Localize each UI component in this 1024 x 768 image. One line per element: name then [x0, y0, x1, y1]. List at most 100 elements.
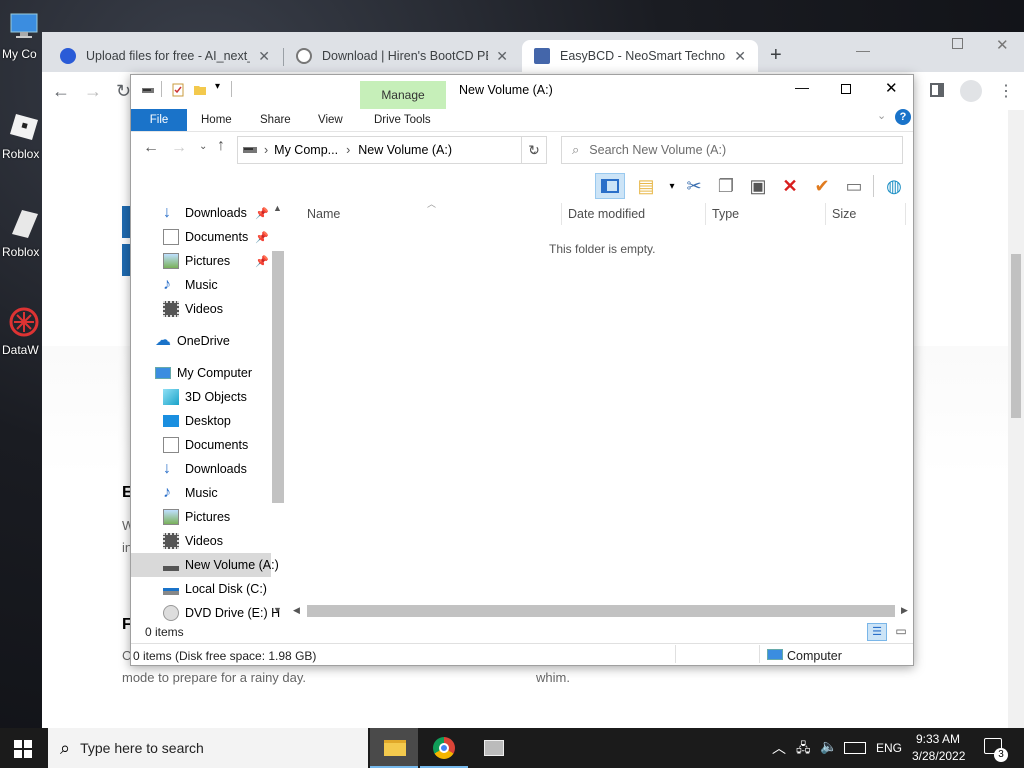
- nav-item-dvd-drive[interactable]: DVD Drive (E:) H: [131, 601, 280, 621]
- nav-item-pictures-quick[interactable]: Pictures 📌: [131, 249, 271, 273]
- nav-item-videos-quick[interactable]: Videos: [131, 297, 271, 321]
- sidebar-panel-icon[interactable]: [930, 83, 944, 97]
- up-icon[interactable]: ↑: [217, 137, 225, 155]
- tab-home[interactable]: Home: [201, 109, 232, 131]
- new-folder-icon[interactable]: [193, 83, 207, 97]
- forward-icon[interactable]: →: [84, 81, 102, 102]
- maximize-icon[interactable]: [841, 84, 851, 94]
- large-icons-view-button[interactable]: ▭: [891, 623, 911, 641]
- network-icon[interactable]: 🖧: [796, 739, 811, 761]
- desktop-icon-my-computer[interactable]: My Co: [0, 10, 44, 61]
- h-scrollbar-thumb[interactable]: [307, 605, 895, 617]
- tab-upload-files[interactable]: Upload files for free - AI_next_tr ✕: [48, 40, 282, 72]
- nav-item-desktop[interactable]: Desktop: [131, 409, 271, 433]
- column-header-type[interactable]: Type: [712, 203, 739, 225]
- nav-item-my-computer[interactable]: My Computer: [131, 361, 271, 385]
- clock-time[interactable]: 9:33 AM: [916, 732, 960, 746]
- minimize-icon[interactable]: —: [856, 42, 870, 58]
- page-scrollbar-thumb[interactable]: [1011, 254, 1021, 418]
- paste-icon[interactable]: ▣: [747, 175, 769, 197]
- column-header-name[interactable]: Name: [307, 203, 340, 225]
- forward-icon[interactable]: →: [171, 139, 187, 157]
- tab-share[interactable]: Share: [260, 109, 291, 131]
- nav-item-downloads-quick[interactable]: ↓ Downloads 📌: [131, 201, 271, 225]
- column-header-size[interactable]: Size: [832, 203, 856, 225]
- reload-icon[interactable]: ↻: [116, 81, 131, 102]
- nav-item-videos[interactable]: Videos: [131, 529, 271, 553]
- nav-item-music[interactable]: ♪ Music: [131, 481, 271, 505]
- refresh-button[interactable]: ↻: [521, 136, 547, 164]
- cut-icon[interactable]: ✂: [683, 175, 705, 197]
- keyboard-icon[interactable]: [844, 742, 866, 754]
- nav-scroll-up-icon[interactable]: ▲: [273, 203, 282, 213]
- desktop-icon-roblox-1[interactable]: Roblox: [0, 110, 44, 161]
- details-view-button[interactable]: ☰: [867, 623, 887, 641]
- window-title: New Volume (A:): [459, 83, 553, 97]
- nav-item-music-quick[interactable]: ♪ Music: [131, 273, 271, 297]
- breadcrumb-new-volume[interactable]: New Volume (A:): [358, 143, 452, 157]
- tab-view[interactable]: View: [318, 109, 343, 131]
- h-scroll-right-icon[interactable]: ▶: [901, 605, 908, 616]
- taskbar-search-box[interactable]: ⌕ Type here to search: [48, 728, 368, 768]
- column-header-date-modified[interactable]: Date modified: [568, 203, 645, 225]
- clock-date[interactable]: 3/28/2022: [912, 749, 965, 763]
- nav-item-onedrive[interactable]: ☁ OneDrive: [131, 329, 271, 353]
- tab-hirens-bootcd[interactable]: Download | Hiren's BootCD PE ✕: [284, 40, 520, 72]
- close-window-icon[interactable]: ✕: [885, 79, 898, 97]
- h-scroll-left-icon[interactable]: ◀: [293, 605, 300, 616]
- preview-pane-icon[interactable]: [595, 173, 625, 199]
- properties-icon[interactable]: [171, 83, 185, 97]
- start-button[interactable]: [14, 740, 32, 758]
- close-tab-icon[interactable]: ✕: [258, 48, 270, 65]
- rename-icon[interactable]: ▭: [843, 175, 865, 197]
- nav-item-3d-objects[interactable]: 3D Objects: [131, 385, 271, 409]
- close-tab-icon[interactable]: ✕: [734, 48, 746, 65]
- globe-icon[interactable]: ◍: [883, 175, 905, 197]
- tab-easybcd[interactable]: EasyBCD - NeoSmart Technolog ✕: [522, 40, 758, 72]
- nav-item-local-disk[interactable]: Local Disk (C:): [131, 577, 271, 601]
- profile-avatar-icon[interactable]: [960, 80, 982, 102]
- search-box[interactable]: ⌕ Search New Volume (A:): [561, 136, 903, 164]
- minimize-icon[interactable]: —: [795, 79, 809, 95]
- dropdown-icon[interactable]: ▾: [661, 175, 683, 197]
- taskbar-easybcd[interactable]: [470, 728, 518, 768]
- computer-icon: [767, 649, 783, 660]
- new-item-icon[interactable]: ▤: [635, 175, 657, 197]
- expand-ribbon-icon[interactable]: ⌄: [877, 109, 886, 122]
- manage-contextual-tab[interactable]: Manage: [360, 81, 446, 109]
- nav-item-documents-quick[interactable]: Documents 📌: [131, 225, 271, 249]
- nav-item-downloads[interactable]: ↓ Downloads: [131, 457, 271, 481]
- delete-icon[interactable]: ✕: [779, 175, 801, 197]
- page-scrollbar[interactable]: [1008, 110, 1024, 728]
- nav-item-documents[interactable]: Documents: [131, 433, 271, 457]
- breadcrumb-my-computer[interactable]: My Comp...: [274, 143, 338, 157]
- new-tab-button[interactable]: +: [770, 44, 782, 67]
- menu-kebab-icon[interactable]: ⋮: [998, 81, 1014, 101]
- volume-icon[interactable]: 🔈: [820, 738, 837, 755]
- help-icon[interactable]: ?: [895, 109, 911, 125]
- desktop-icon-roblox-2[interactable]: Roblox: [0, 208, 44, 259]
- language-indicator[interactable]: ENG: [876, 741, 902, 755]
- address-bar[interactable]: › My Comp... › New Volume (A:) ⌄: [237, 136, 547, 164]
- desktop-icon-datawrapper[interactable]: DataW: [0, 306, 44, 357]
- nav-label: Music: [185, 278, 218, 292]
- tab-file[interactable]: File: [131, 109, 187, 131]
- close-window-icon[interactable]: ✕: [996, 36, 1009, 54]
- nav-item-new-volume[interactable]: New Volume (A:): [131, 553, 279, 577]
- show-hidden-icons[interactable]: ︿: [772, 738, 786, 758]
- close-tab-icon[interactable]: ✕: [496, 48, 508, 65]
- customize-quick-access-icon[interactable]: ▾: [215, 81, 220, 92]
- check-icon[interactable]: ✔: [811, 175, 833, 197]
- taskbar-file-explorer[interactable]: [370, 728, 418, 768]
- cloud-icon: ☁: [155, 332, 171, 349]
- tab-drive-tools[interactable]: Drive Tools: [374, 109, 431, 131]
- taskbar-chrome[interactable]: [420, 728, 468, 768]
- back-icon[interactable]: ←: [52, 81, 70, 102]
- nav-scrollbar-thumb[interactable]: [272, 251, 284, 503]
- copy-icon[interactable]: ❐: [715, 175, 737, 197]
- nav-item-pictures[interactable]: Pictures: [131, 505, 271, 529]
- back-icon[interactable]: ←: [143, 139, 159, 157]
- recent-locations-icon[interactable]: ⌄: [199, 141, 207, 152]
- maximize-icon[interactable]: [952, 38, 963, 49]
- nav-scroll-down-icon[interactable]: ▼: [273, 605, 282, 615]
